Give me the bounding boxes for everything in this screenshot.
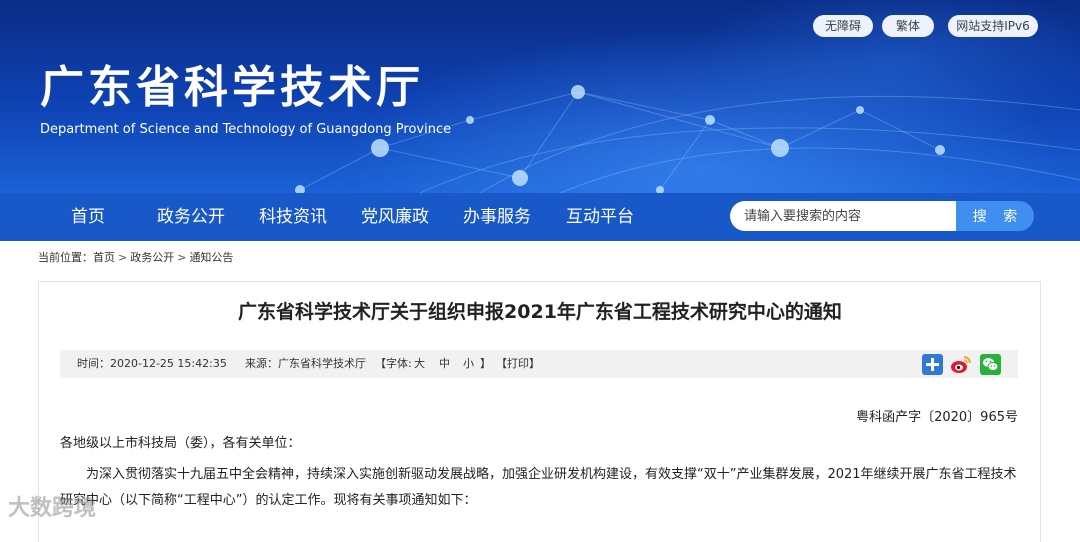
header-banner: 广东省科学技术厅 Department of Science and Techn… bbox=[0, 0, 1080, 193]
nav-item-home[interactable]: 首页 bbox=[71, 193, 105, 241]
search-button[interactable]: 搜 索 bbox=[956, 201, 1034, 231]
breadcrumb-government-affairs[interactable]: 政务公开 bbox=[130, 251, 174, 264]
print-link[interactable]: 【打印】 bbox=[496, 357, 540, 371]
breadcrumb-prefix: 当前位置： bbox=[38, 251, 93, 264]
site-subtitle: Department of Science and Technology of … bbox=[40, 122, 452, 137]
nav-item-interaction[interactable]: 互动平台 bbox=[566, 193, 634, 241]
share-plus-icon[interactable] bbox=[922, 354, 943, 375]
font-size-label: 【字体: bbox=[375, 357, 412, 370]
site-title: 广东省科学技术厅 bbox=[40, 62, 424, 113]
article-paragraph: 为深入贯彻落实十九届五中全会精神，持续深入实施创新驱动发展战略，加强企业研发机构… bbox=[60, 467, 1017, 508]
breadcrumb-separator: > bbox=[118, 251, 128, 264]
nav-item-sci-tech-news[interactable]: 科技资讯 bbox=[259, 193, 327, 241]
weibo-icon[interactable] bbox=[950, 354, 971, 375]
breadcrumb: 当前位置：首页 > 政务公开 > 通知公告 bbox=[38, 250, 233, 266]
font-size-medium[interactable]: 中 bbox=[439, 357, 450, 371]
watermark: 大数跨境 bbox=[8, 496, 97, 521]
search-input[interactable] bbox=[730, 201, 956, 231]
nav-item-government-affairs[interactable]: 政务公开 bbox=[157, 193, 225, 241]
document-number: 粤科函产字〔2020〕965号 bbox=[856, 410, 1018, 425]
accessibility-button[interactable]: 无障碍 bbox=[813, 15, 873, 37]
traditional-chinese-button[interactable]: 繁体 bbox=[882, 15, 934, 37]
salutation: 各地级以上市科技局（委），各有关单位： bbox=[60, 436, 301, 451]
article-source: 来源：广东省科学技术厅 bbox=[245, 357, 366, 370]
nav-item-party-integrity[interactable]: 党风廉政 bbox=[361, 193, 429, 241]
article-title: 广东省科学技术厅关于组织申报2021年广东省工程技术研究中心的通知 bbox=[238, 301, 842, 323]
font-size-close: 】 bbox=[480, 357, 491, 370]
font-size-large[interactable]: 大 bbox=[414, 357, 425, 371]
wechat-icon[interactable] bbox=[980, 354, 1001, 375]
breadcrumb-notices[interactable]: 通知公告 bbox=[189, 251, 233, 264]
ipv6-support-badge[interactable]: 网站支持IPv6 bbox=[948, 15, 1038, 37]
breadcrumb-separator: > bbox=[177, 251, 187, 264]
publish-time: 时间：2020-12-25 15:42:35 bbox=[77, 357, 227, 370]
nav-item-services[interactable]: 办事服务 bbox=[463, 193, 531, 241]
breadcrumb-home[interactable]: 首页 bbox=[93, 251, 115, 264]
font-size-small[interactable]: 小 bbox=[463, 357, 474, 371]
